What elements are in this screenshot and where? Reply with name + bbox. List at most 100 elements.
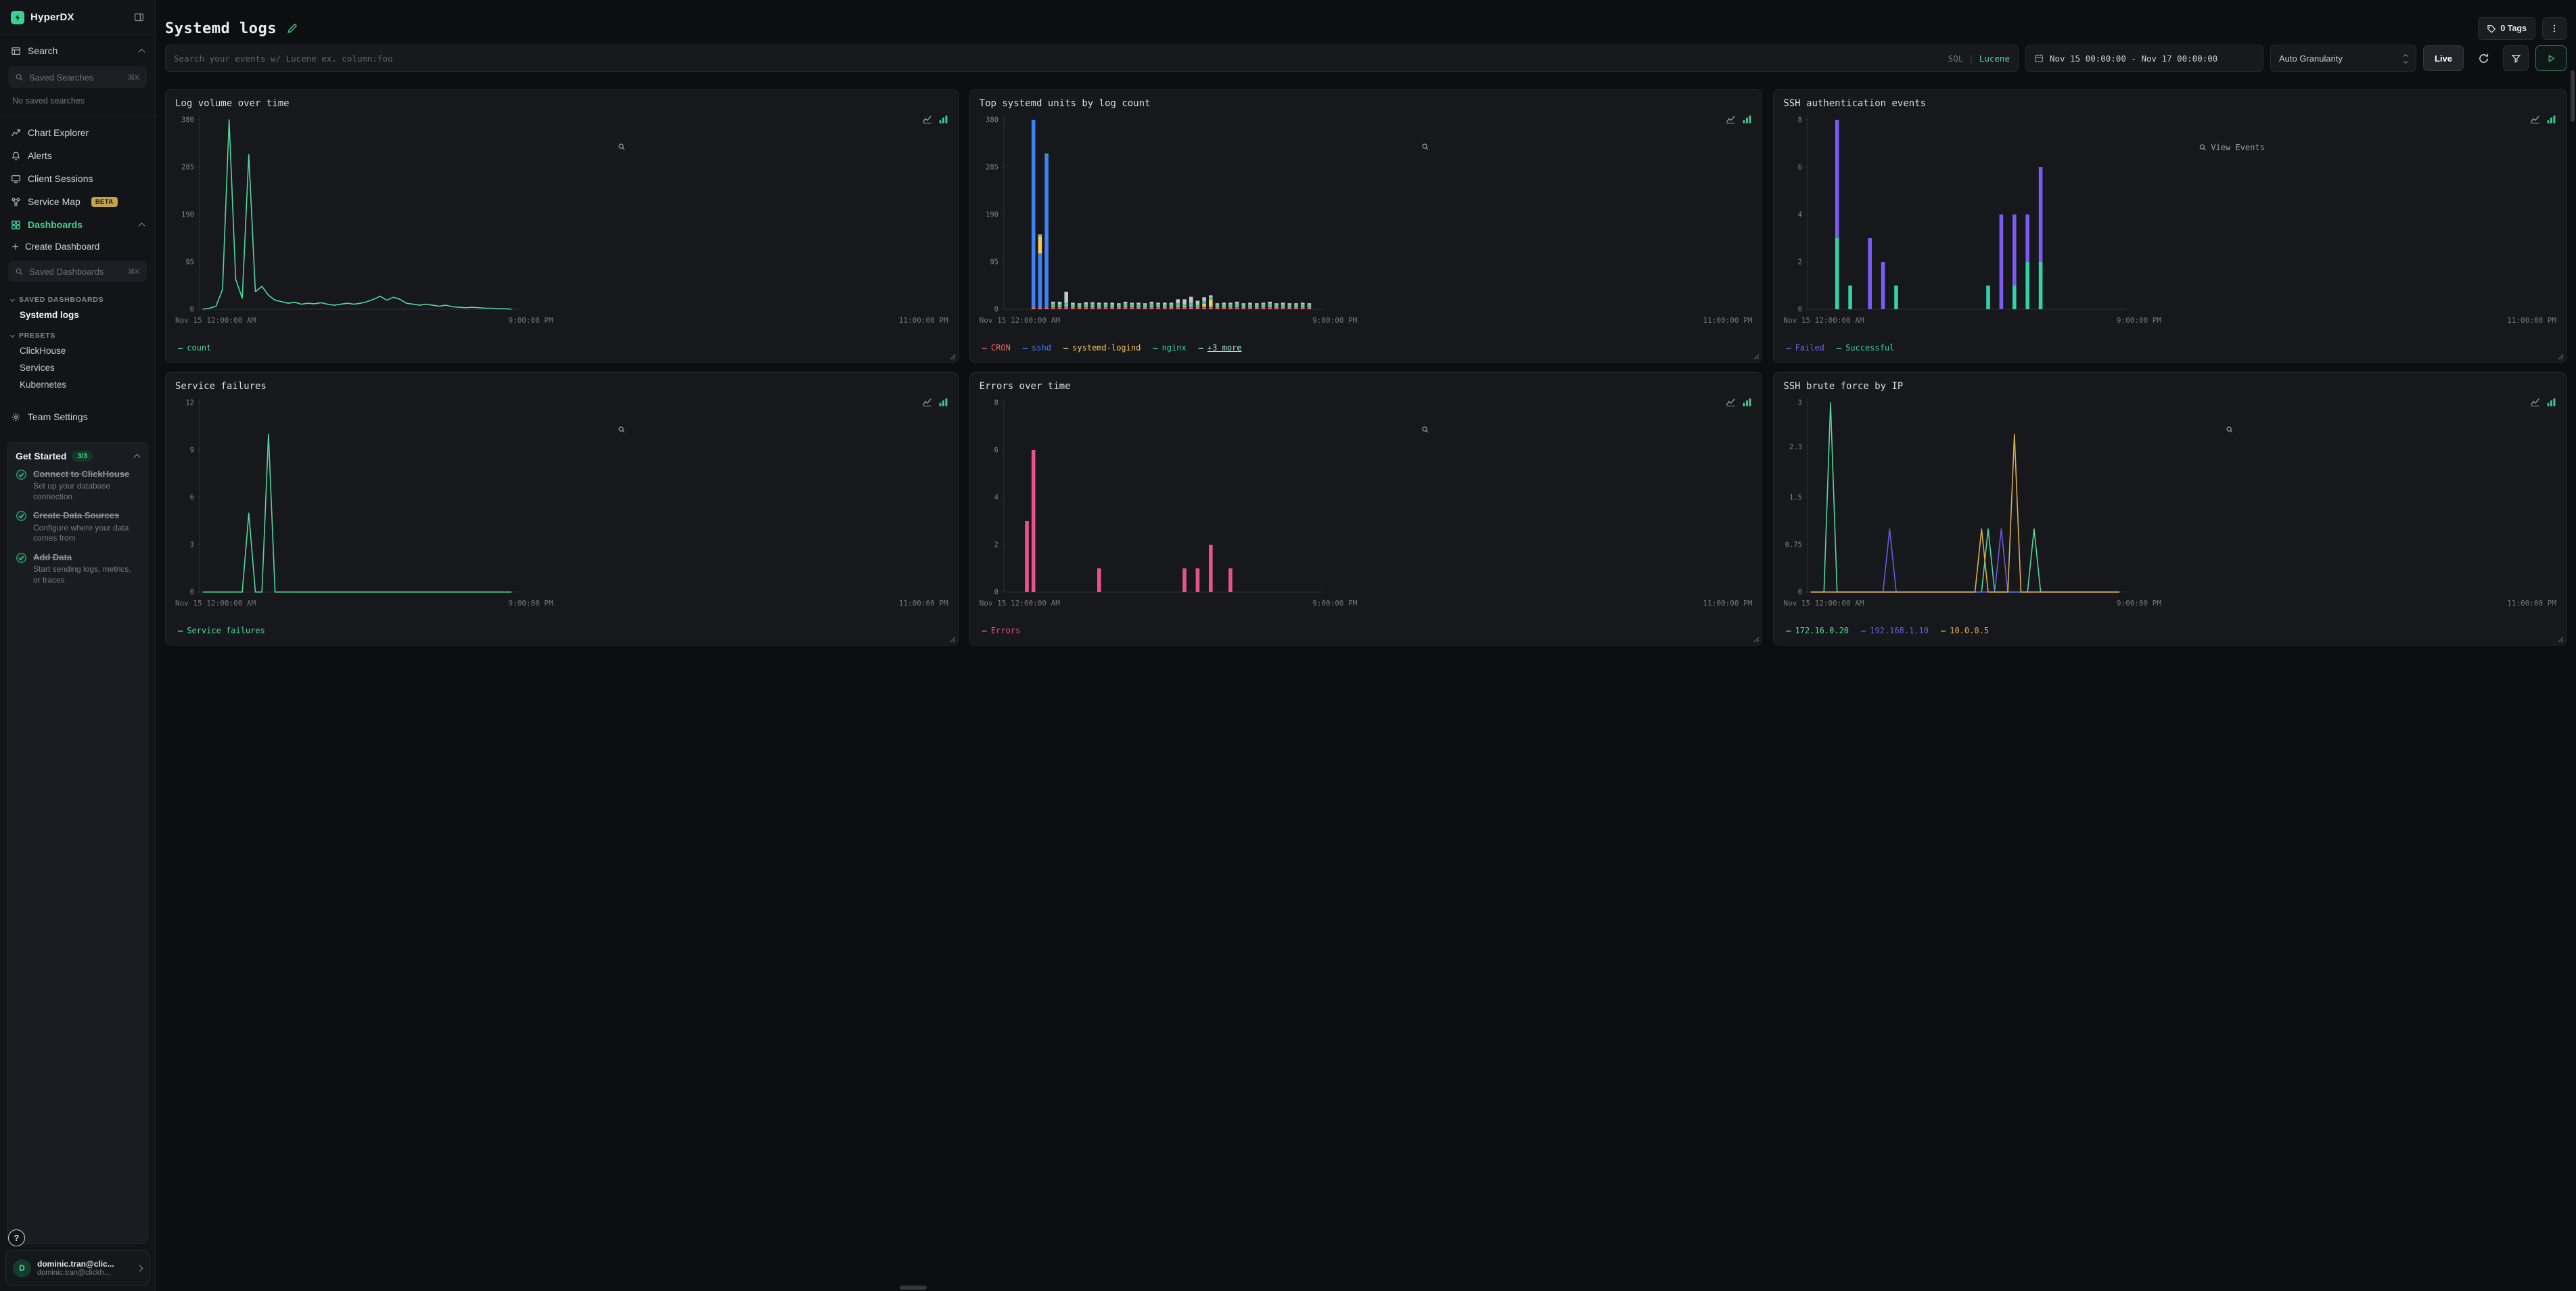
line-chart-icon[interactable] — [1726, 114, 1736, 124]
bar-chart-icon[interactable] — [938, 397, 948, 407]
run-query-button[interactable] — [2535, 45, 2567, 71]
line-chart-icon[interactable] — [2530, 397, 2540, 407]
beta-badge: BETA — [91, 197, 118, 207]
line-chart-icon[interactable] — [922, 397, 932, 407]
brand: HyperDX — [0, 0, 155, 35]
legend-item[interactable]: —Service failures — [178, 626, 265, 635]
legend-item[interactable]: —nginx — [1153, 343, 1186, 353]
sidebar-dashboard-systemd-logs[interactable]: Systemd logs — [0, 307, 155, 323]
granularity-value: Auto Granularity — [2279, 53, 2343, 64]
vertical-scrollbar-thumb[interactable] — [2571, 70, 2575, 122]
svg-text:2.3: 2.3 — [1789, 443, 1802, 451]
sql-toggle[interactable]: SQL — [1948, 53, 1964, 64]
horizontal-scrollbar-thumb[interactable] — [900, 1286, 927, 1290]
legend-item[interactable]: —systemd-logind — [1063, 343, 1141, 353]
sidebar-item-dashboards[interactable]: Dashboards — [0, 213, 155, 236]
sidebar-item-chart-explorer[interactable]: Chart Explorer — [0, 121, 155, 144]
chart-plot[interactable]: 095190285380 — [980, 112, 1325, 315]
view-events-link[interactable] — [618, 426, 630, 434]
get-started-step[interactable]: Connect to ClickHouse Set up your databa… — [16, 468, 139, 502]
legend-item[interactable]: —Errors — [982, 626, 1021, 635]
resize-handle[interactable] — [949, 353, 956, 360]
chart-plot[interactable]: 02468 — [1783, 112, 2128, 315]
sidebar-collapse-icon[interactable] — [134, 12, 144, 22]
presets-header-label: PRESETS — [19, 332, 55, 340]
resize-handle[interactable] — [1753, 636, 1760, 643]
more-options-button[interactable] — [2542, 17, 2567, 40]
resize-handle[interactable] — [1753, 353, 1760, 360]
saved-dashboards-header-label: SAVED DASHBOARDS — [19, 296, 104, 304]
refresh-button[interactable] — [2470, 45, 2496, 71]
chart-plot[interactable]: 00.751.52.33 — [1783, 394, 2128, 597]
line-chart-icon[interactable] — [2530, 114, 2540, 124]
view-events-link[interactable] — [2226, 426, 2238, 434]
chart-plot[interactable]: 095190285380 — [175, 112, 520, 315]
resize-handle[interactable] — [2557, 353, 2564, 360]
lucene-toggle[interactable]: Lucene — [1979, 53, 2010, 64]
create-dashboard-button[interactable]: Create Dashboard — [0, 236, 155, 256]
bar-chart-icon[interactable] — [938, 114, 948, 124]
saved-dashboards-input[interactable]: Saved Dashboards ⌘K — [8, 261, 147, 282]
bar-chart-icon[interactable] — [1742, 114, 1752, 124]
legend-item[interactable]: —sshd — [1023, 343, 1051, 353]
shortcut-hint: ⌘K — [128, 73, 140, 82]
get-started-progress-badge: 3/3 — [72, 451, 93, 461]
sidebar-item-search[interactable]: Search — [0, 39, 155, 62]
resize-handle[interactable] — [949, 636, 956, 643]
legend-item[interactable]: —192.168.1.10 — [1861, 626, 1929, 635]
svg-text:285: 285 — [986, 164, 998, 172]
page-header: Systemd logs 0 Tags — [165, 0, 2567, 43]
sidebar-item-service-map[interactable]: Service Map BETA — [0, 190, 155, 213]
presets-section-header[interactable]: PRESETS — [0, 323, 155, 342]
view-events-link[interactable] — [1421, 426, 1433, 434]
view-events-link[interactable]: View Events — [2199, 143, 2264, 152]
chevron-down-icon — [10, 332, 15, 337]
play-icon — [2547, 54, 2556, 63]
chart-plot[interactable]: 036912 — [175, 394, 520, 597]
svg-text:1.5: 1.5 — [1789, 494, 1802, 502]
get-started-step[interactable]: Create Data Sources Configure where your… — [16, 509, 139, 543]
legend-item[interactable]: —10.0.0.5 — [1941, 626, 1989, 635]
legend-item[interactable]: —Successful — [1837, 343, 1894, 353]
legend-item[interactable]: —CRON — [982, 343, 1011, 353]
line-chart-icon[interactable] — [1726, 397, 1736, 407]
x-axis-labels: Nov 15 12:00:00 AM9:00:00 PM11:00:00 PM — [980, 599, 1753, 610]
view-events-link[interactable] — [618, 143, 630, 151]
filter-button[interactable] — [2503, 45, 2529, 71]
saved-searches-input[interactable]: Saved Searches ⌘K — [8, 66, 147, 88]
legend-item[interactable]: —count — [178, 343, 211, 353]
svg-text:190: 190 — [181, 211, 194, 219]
chart-plot[interactable]: 02468 — [980, 394, 1325, 597]
help-button[interactable]: ? — [8, 1229, 25, 1246]
chevron-up-icon[interactable] — [134, 453, 141, 460]
svg-text:2: 2 — [1798, 258, 1802, 267]
legend-item[interactable]: —172.16.0.20 — [1786, 626, 1849, 635]
user-menu[interactable]: D dominic.tran@clic... dominic.tran@clic… — [5, 1250, 150, 1286]
sidebar-item-alerts[interactable]: Alerts — [0, 144, 155, 167]
edit-title-icon[interactable] — [286, 23, 298, 35]
saved-dashboards-section-header[interactable]: SAVED DASHBOARDS — [0, 288, 155, 307]
granularity-select[interactable]: Auto Granularity — [2270, 45, 2416, 72]
bar-chart-icon[interactable] — [1742, 397, 1752, 407]
live-button[interactable]: Live — [2423, 45, 2464, 71]
event-search-input[interactable]: Search your events w/ Lucene ex. column:… — [165, 45, 2019, 72]
sidebar-preset-services[interactable]: Services — [0, 359, 155, 376]
tags-button[interactable]: 0 Tags — [2478, 17, 2535, 40]
date-range-input[interactable]: Nov 15 00:00:00 - Nov 17 00:00:00 — [2025, 45, 2263, 72]
svg-text:0: 0 — [994, 589, 998, 597]
sidebar-item-client-sessions[interactable]: Client Sessions — [0, 167, 155, 190]
legend-item[interactable]: —+3 more — [1199, 343, 1242, 353]
get-started-step[interactable]: Add Data Start sending logs, metrics, or… — [16, 551, 139, 585]
bar-chart-icon[interactable] — [2546, 397, 2556, 407]
sidebar-item-team-settings[interactable]: Team Settings — [0, 405, 155, 428]
view-events-link[interactable] — [1421, 143, 1433, 151]
line-chart-icon[interactable] — [922, 114, 932, 124]
sidebar-preset-clickhouse[interactable]: ClickHouse — [0, 342, 155, 359]
legend-item[interactable]: —Failed — [1786, 343, 1824, 353]
chart-title: Errors over time — [980, 381, 1753, 392]
chart-title: Service failures — [175, 381, 948, 392]
sidebar-preset-kubernetes[interactable]: Kubernetes — [0, 376, 155, 393]
bar-chart-icon[interactable] — [2546, 114, 2556, 124]
resize-handle[interactable] — [2557, 636, 2564, 643]
plot-area: 095190285380 Nov 15 12:00:00 AM9:00:00 P… — [175, 112, 948, 327]
